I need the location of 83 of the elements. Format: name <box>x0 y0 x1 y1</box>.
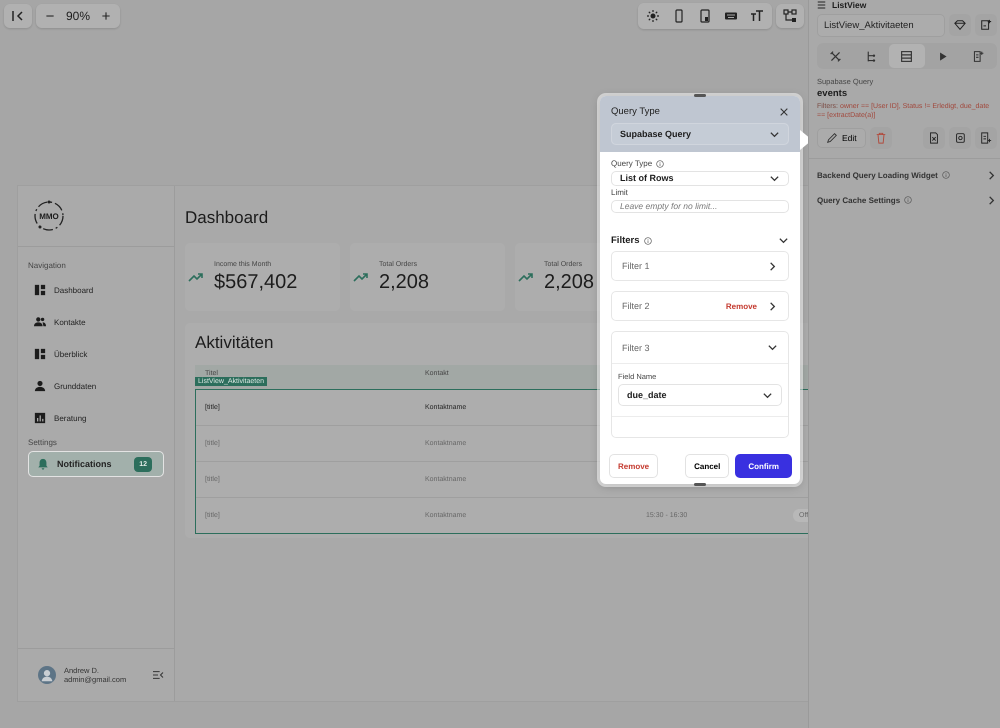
collapse-button[interactable] <box>4 4 32 28</box>
nav-item[interactable]: Grunddaten <box>28 370 164 402</box>
confirm-button[interactable]: Confirm <box>735 454 792 478</box>
field-dropdown[interactable]: due_date <box>618 384 782 406</box>
text-size-icon[interactable] <box>750 9 764 23</box>
dashboard-icon <box>34 284 46 296</box>
source-dropdown[interactable]: Supabase Query <box>611 123 789 145</box>
dialog-title: Query Type <box>611 106 660 117</box>
tree-button[interactable] <box>776 4 804 28</box>
info-icon <box>942 171 950 180</box>
filter-name: Filter 3 <box>622 342 650 352</box>
add-document-button[interactable] <box>975 14 997 36</box>
info-icon <box>904 196 912 204</box>
trend-up-icon <box>353 272 369 282</box>
close-icon[interactable] <box>779 106 789 116</box>
trash-icon <box>874 132 887 144</box>
chevron-down-icon <box>767 342 778 353</box>
edit-button[interactable]: Edit <box>817 128 866 148</box>
chart-icon <box>34 412 46 424</box>
chevron-right-icon <box>986 170 997 181</box>
bell-icon <box>37 458 49 470</box>
avatar <box>38 666 56 684</box>
menu-collapse-icon[interactable] <box>152 670 164 680</box>
limit-input[interactable]: Leave empty for no limit... <box>611 200 789 213</box>
zoom-in-button[interactable]: + <box>96 8 116 24</box>
filter-card[interactable]: Filter 1 <box>611 251 789 281</box>
info-icon <box>644 236 652 244</box>
add-document-button[interactable] <box>975 126 997 149</box>
menu-icon[interactable] <box>817 1 826 9</box>
cancel-button[interactable]: Cancel <box>685 454 730 478</box>
panel-title: ListView <box>832 0 866 10</box>
tree-icon <box>864 50 878 62</box>
tablet-icon[interactable] <box>698 9 712 23</box>
filter-name: Filter 1 <box>622 261 650 271</box>
filter-card[interactable]: Filter 2 Remove <box>611 291 789 321</box>
page-title: Dashboard <box>185 208 270 228</box>
filter-name: Filter 2 <box>622 301 650 311</box>
trend-up-icon <box>518 272 534 282</box>
document-icon <box>980 19 992 31</box>
nav-item[interactable]: Dashboard <box>28 274 164 306</box>
collapse-icon <box>11 9 25 23</box>
remove-link[interactable]: Remove <box>726 302 757 310</box>
nodes-icon <box>783 9 797 23</box>
metric-value: 2,208 <box>544 270 594 294</box>
nav-item[interactable]: Überblick <box>28 338 164 370</box>
trend-up-icon <box>188 272 204 282</box>
settings-section[interactable]: Backend Query Loading Widget <box>817 162 997 188</box>
diamond-button[interactable] <box>949 14 971 36</box>
chevron-right-icon <box>767 300 778 312</box>
chevron-right-icon <box>986 194 997 206</box>
metric-value: $567,402 <box>214 270 298 294</box>
table-icon <box>900 50 914 62</box>
dashboard-icon <box>34 348 46 360</box>
section-heading: Navigation <box>28 261 67 270</box>
tools-icon <box>829 50 842 62</box>
section-heading: Filters <box>611 235 640 246</box>
settings-section[interactable]: Query Cache Settings <box>817 188 997 213</box>
table-name: events <box>817 88 848 99</box>
cancel-document-icon <box>928 132 940 144</box>
nav-item[interactable]: Beratung <box>28 402 164 434</box>
field-label: Limit <box>611 188 628 197</box>
widget-name-field[interactable]: ListView_Aktivitaeten <box>817 14 945 37</box>
diamond-icon <box>954 19 966 31</box>
people-icon <box>34 316 46 328</box>
chevron-right-icon <box>767 260 778 272</box>
metric-value: 2,208 <box>379 270 430 294</box>
pencil-icon <box>826 132 838 144</box>
panel-tab[interactable] <box>889 44 925 68</box>
sun-icon[interactable] <box>646 9 660 23</box>
section-heading: Settings <box>28 438 58 447</box>
field-label: Query Type <box>611 159 652 168</box>
zoom-level: 90% <box>65 9 92 23</box>
person-icon <box>34 380 46 392</box>
logo: MMO <box>32 199 66 233</box>
zoom-out-button[interactable]: − <box>40 8 60 24</box>
section-title: Aktivitäten <box>195 333 274 353</box>
nav-item[interactable]: Kontakte <box>28 306 164 338</box>
clear-button[interactable] <box>923 126 945 149</box>
document-icon <box>980 132 992 144</box>
info-icon <box>656 160 664 168</box>
query-type-dropdown[interactable]: List of Rows <box>611 171 789 186</box>
document-icon <box>972 50 985 62</box>
remove-button[interactable]: Remove <box>609 454 658 478</box>
